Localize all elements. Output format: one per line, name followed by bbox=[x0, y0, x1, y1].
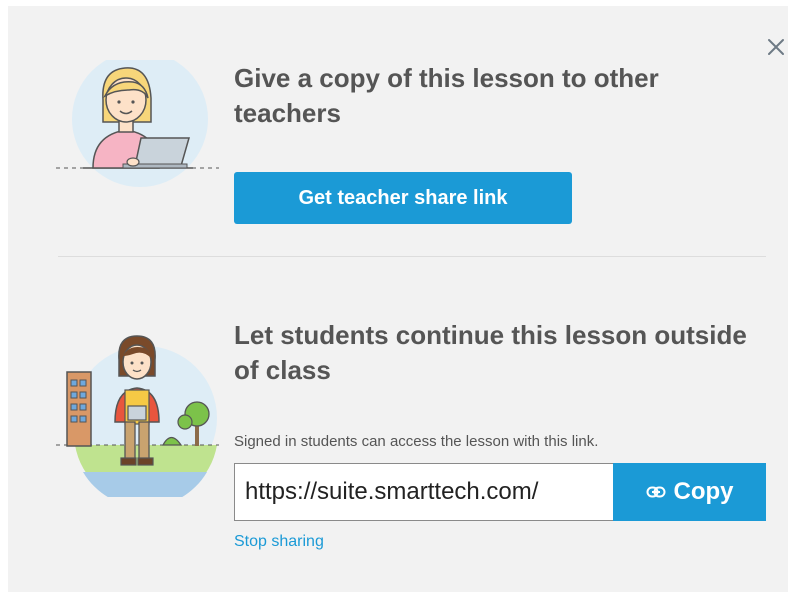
stop-sharing-link[interactable]: Stop sharing bbox=[234, 533, 324, 551]
student-section-title: Let students continue this lesson outsid… bbox=[234, 320, 747, 385]
link-icon bbox=[646, 485, 666, 499]
student-illustration bbox=[53, 332, 223, 508]
close-icon bbox=[768, 39, 784, 55]
share-dialog: Give a copy of this lesson to other teac… bbox=[8, 6, 788, 592]
student-share-link-field[interactable] bbox=[234, 463, 614, 521]
section-divider bbox=[58, 256, 766, 257]
copy-link-button[interactable]: Copy bbox=[613, 463, 766, 521]
teacher-illustration bbox=[53, 51, 223, 200]
copy-button-label: Copy bbox=[673, 478, 734, 505]
close-button[interactable] bbox=[765, 36, 787, 58]
teacher-section-title: Give a copy of this lesson to other teac… bbox=[234, 63, 659, 128]
student-link-helper-text: Signed in students can access the lesson… bbox=[234, 433, 599, 450]
get-teacher-share-link-button[interactable]: Get teacher share link bbox=[234, 172, 572, 224]
